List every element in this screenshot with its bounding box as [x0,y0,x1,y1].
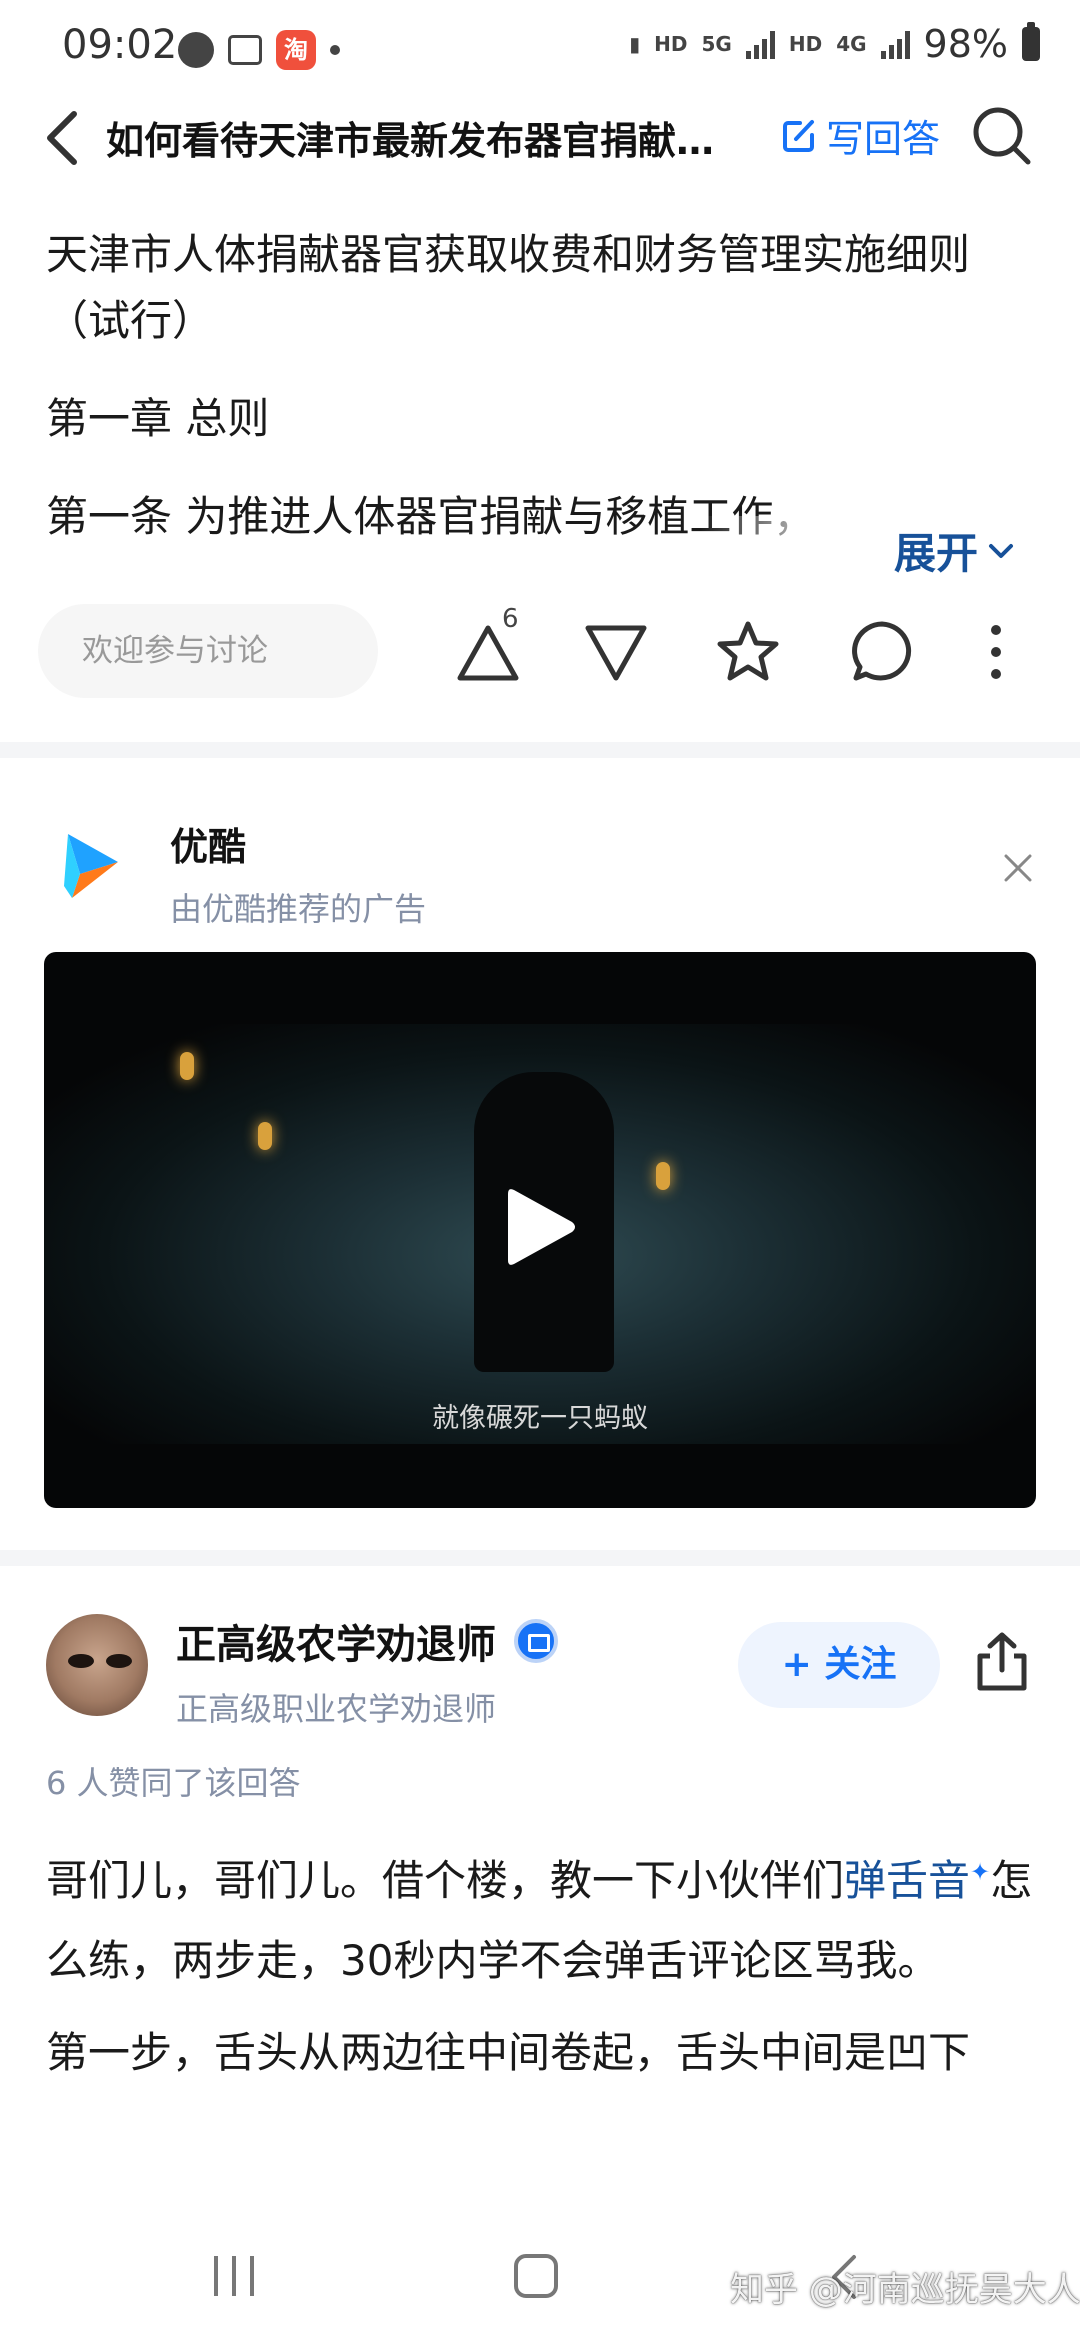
upvote-count: 6 [502,604,519,634]
status-indicators: ▮ HD 5G HD 4G 98% [629,22,1040,66]
author-avatar[interactable] [46,1614,148,1716]
play-icon [508,1189,575,1265]
signal-icon-1 [745,29,775,59]
comment-icon [852,621,912,681]
expand-button[interactable]: 展开 [894,520,1014,581]
edit-icon [783,119,814,152]
section-divider [0,1550,1080,1566]
message-icon [178,32,214,68]
play-button[interactable] [500,1182,580,1272]
network-5g-label: 5G [701,32,732,56]
taobao-icon: 淘 [276,30,316,70]
author-name-row[interactable]: 正高级农学劝退师 [176,1612,558,1670]
avatar-eye [68,1654,94,1668]
favorite-button[interactable] [712,616,784,688]
back-arrow-icon [47,111,77,165]
answer-body[interactable]: 哥们儿，哥们儿。借个楼，教一下小伙伴们弹舌音✦怎么练，两步走，30秒内学不会弹舌… [46,1832,1046,2105]
question-title[interactable]: 如何看待天津市最新发布器官捐献… [106,110,746,165]
star-icon [717,621,779,681]
section-divider [0,742,1080,758]
discussion-input[interactable]: 欢迎参与讨论 [38,604,378,698]
verified-badge-icon [514,1619,558,1663]
hd-label-1: HD [654,32,688,56]
share-icon [977,1632,1027,1691]
answer-paragraph: 哥们儿，哥们儿。借个楼，教一下小伙伴们弹舌音✦怎么练，两步走，30秒内学不会弹舌… [46,1832,1046,2001]
more-button[interactable] [960,616,1032,688]
youku-logo [58,826,132,906]
expand-label: 展开 [894,529,979,578]
ad-label: 由优酷推荐的广告 [170,890,427,928]
home-button[interactable] [514,2254,558,2298]
video-caption: 就像碾死一只蚂蚁 [432,1403,648,1434]
answer-paragraph: 第一步，舌头从两边往中间卷起，舌头中间是凹下 [46,2028,971,2077]
share-button[interactable] [972,1630,1032,1694]
video-lamp [258,1122,272,1150]
keyword-link[interactable]: 弹舌音 [844,1856,970,1905]
signal-icon-2 [880,29,910,59]
author-description: 正高级职业农学劝退师 [176,1690,497,1728]
back-button[interactable] [40,108,86,168]
gallery-icon [228,35,262,65]
write-answer-label: 写回答 [826,117,941,161]
video-lamp [656,1162,670,1190]
recent-apps-button[interactable] [214,2256,254,2296]
more-vertical-icon [991,625,1001,679]
article-paragraph: 第一章 总则 [46,394,270,443]
close-icon [1004,854,1032,882]
notification-icons: 淘 [178,30,340,70]
battery-icon [1022,22,1040,61]
article-paragraph: 天津市人体捐献器官获取收费和财务管理实施细则（试行） [46,230,971,345]
status-time: 09:02 [62,22,178,68]
nfc-icon: ▮ [629,32,641,56]
comment-button[interactable] [846,616,918,688]
likes-summary: 6 人赞同了该回答 [46,1764,301,1802]
follow-button[interactable]: + 关注 [738,1622,940,1708]
downvote-button[interactable] [580,616,652,688]
ad-advertiser-name[interactable]: 优酷 [170,816,246,871]
search-icon [973,107,1031,165]
more-notifications-icon [330,45,340,55]
hd-label-2: HD [788,32,823,56]
avatar-eye [106,1654,132,1668]
answer-text: 哥们儿，哥们儿。借个楼，教一下小伙伴们 [46,1856,845,1905]
sparkle-icon: ✦ [970,1858,991,1886]
search-button[interactable] [970,104,1034,168]
ad-video[interactable]: 就像碾死一只蚂蚁 [44,952,1036,1508]
downvote-icon [585,625,647,681]
author-name: 正高级农学劝退师 [176,1622,496,1668]
video-lamp [180,1052,194,1080]
write-answer-button[interactable]: 写回答 [780,108,940,163]
watermark: 知乎 @河南巡抚吴大人 [730,2270,1080,2310]
battery-percent: 98% [923,22,1008,66]
ad-close-button[interactable] [1000,850,1036,886]
chevron-down-icon [989,543,1014,558]
network-4g-label: 4G [836,32,867,56]
